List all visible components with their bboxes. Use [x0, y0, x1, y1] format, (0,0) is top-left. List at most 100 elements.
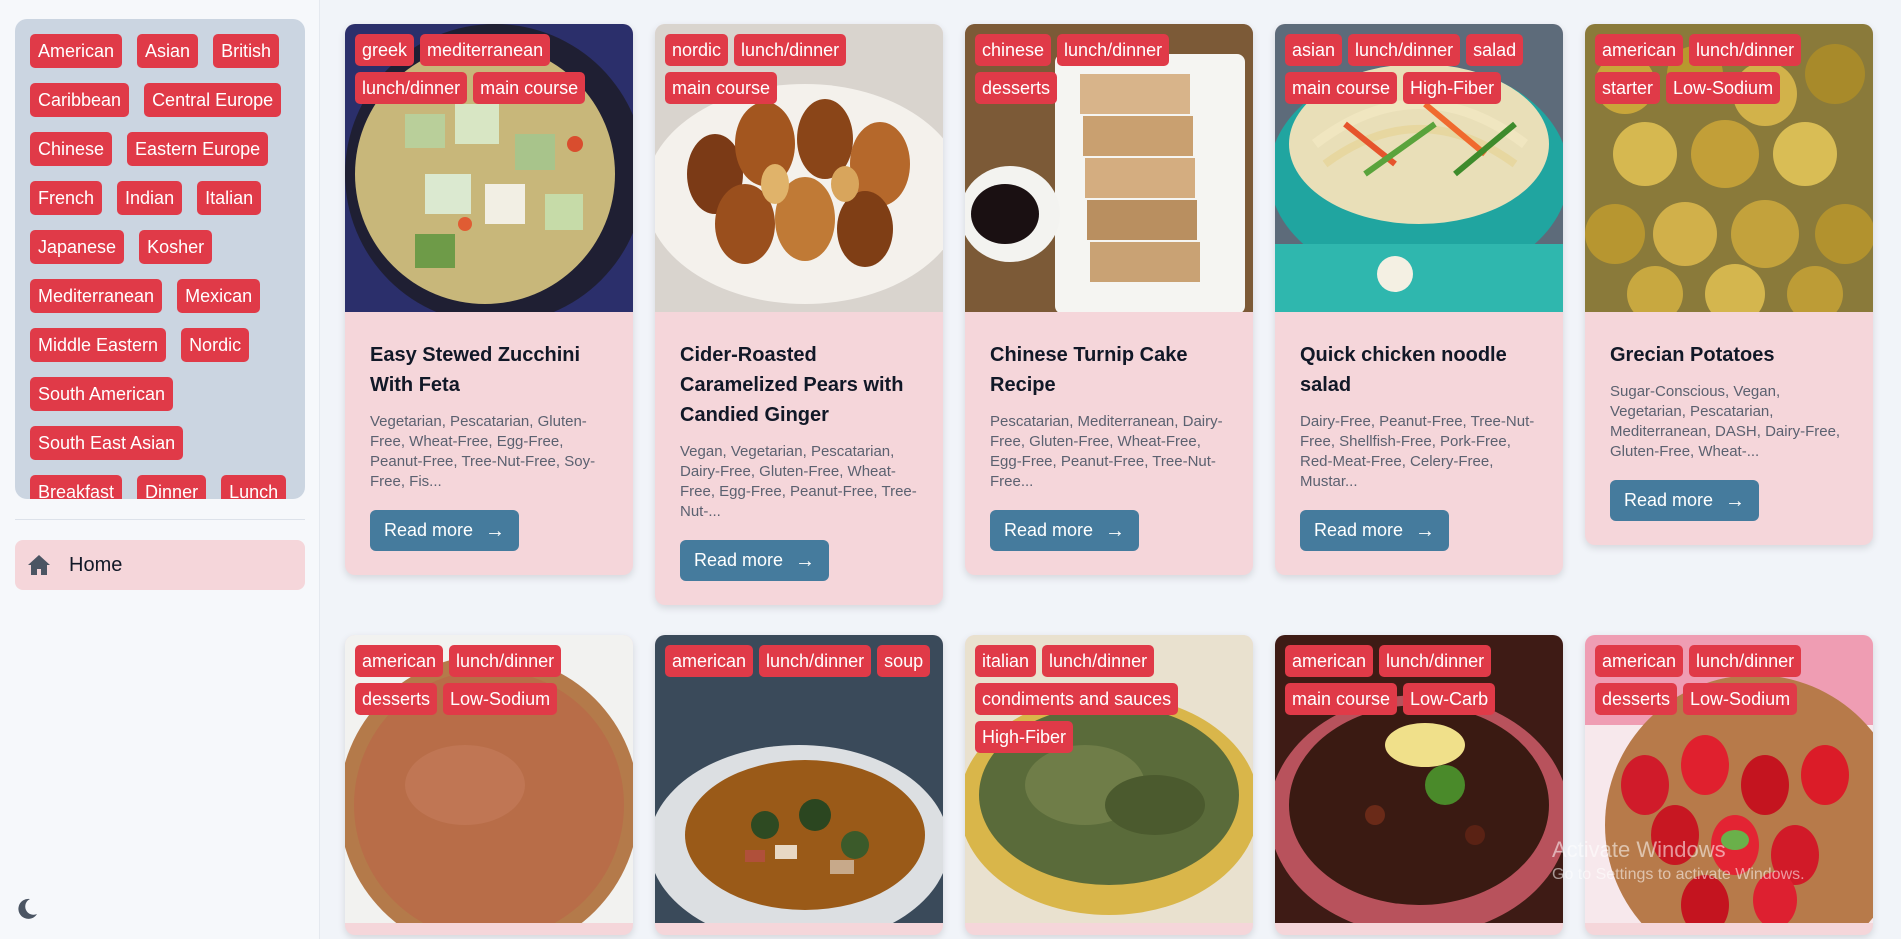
read-more-button[interactable]: Read more →: [1300, 510, 1450, 551]
recipe-card[interactable]: american lunch/dinner soup: [655, 635, 943, 935]
read-more-button[interactable]: Read more →: [990, 510, 1140, 551]
recipe-tag[interactable]: american: [1595, 34, 1684, 66]
recipe-tag[interactable]: lunch/dinner: [1689, 34, 1802, 66]
recipe-card[interactable]: greek mediterranean lunch/dinner main cours…: [345, 24, 633, 575]
recipe-tag[interactable]: chinese: [975, 34, 1052, 66]
cuisine-chip[interactable]: Breakfast: [30, 475, 123, 499]
cuisine-chip[interactable]: Caribbean: [30, 83, 130, 117]
recipe-tag[interactable]: lunch/dinner: [355, 72, 468, 104]
cuisine-chip[interactable]: French: [30, 181, 103, 215]
read-more-button[interactable]: Read more →: [370, 510, 520, 551]
recipe-tag[interactable]: main course: [665, 72, 778, 104]
recipe-card[interactable]: chinese lunch/dinner desserts Chinese Turni…: [965, 24, 1253, 575]
arrow-right-icon: →: [795, 549, 816, 572]
cuisine-chip[interactable]: Kosher: [139, 230, 213, 264]
recipe-tag[interactable]: lunch/dinner: [1057, 34, 1170, 66]
cuisine-chip[interactable]: Central Europe: [144, 83, 282, 117]
recipe-title[interactable]: Cider-Roasted Caramelized Pears with Can…: [680, 340, 918, 430]
recipe-tag[interactable]: lunch/dinner: [1348, 34, 1461, 66]
recipe-card[interactable]: american lunch/dinner starter Low-Sodium Gre…: [1585, 24, 1873, 545]
recipe-tag[interactable]: Low-Sodium: [1683, 683, 1798, 715]
recipe-tag[interactable]: Low-Sodium: [443, 683, 558, 715]
recipe-tag[interactable]: mediterranean: [420, 34, 551, 66]
cuisine-chip[interactable]: Italian: [197, 181, 262, 215]
recipe-tag[interactable]: american: [665, 645, 754, 677]
sidebar-item-home[interactable]: Home: [15, 540, 305, 590]
recipe-image[interactable]: american lunch/dinner soup: [655, 635, 943, 923]
recipe-image[interactable]: greek mediterranean lunch/dinner main cours…: [345, 24, 633, 312]
recipe-tags: greek mediterranean lunch/dinner main cours…: [355, 34, 627, 110]
recipe-tag[interactable]: Low-Carb: [1403, 683, 1496, 715]
cuisine-chip[interactable]: Nordic: [181, 328, 250, 362]
read-more-button[interactable]: Read more →: [680, 540, 830, 581]
recipe-tag[interactable]: High-Fiber: [1403, 72, 1502, 104]
recipe-tag[interactable]: desserts: [975, 72, 1058, 104]
recipe-tag[interactable]: starter: [1595, 72, 1661, 104]
recipe-image[interactable]: nordic lunch/dinner main course: [655, 24, 943, 312]
recipe-tag[interactable]: italian: [975, 645, 1037, 677]
recipe-tag[interactable]: american: [355, 645, 444, 677]
recipe-title[interactable]: Grecian Potatoes: [1610, 340, 1848, 370]
recipe-image[interactable]: american lunch/dinner desserts Low-Sodium: [345, 635, 633, 923]
cuisine-chip[interactable]: Asian: [137, 34, 199, 68]
recipe-tag[interactable]: asian: [1285, 34, 1343, 66]
recipe-tag[interactable]: salad: [1466, 34, 1524, 66]
recipe-title[interactable]: Chinese Turnip Cake Recipe: [990, 340, 1228, 400]
cuisine-chip[interactable]: South East Asian: [30, 426, 184, 460]
cuisine-filter-panel[interactable]: American Asian British Caribbean Central Eur…: [15, 19, 305, 499]
recipe-tag[interactable]: condiments and sauces: [975, 683, 1179, 715]
recipe-tag[interactable]: High-Fiber: [975, 721, 1074, 753]
recipe-health-labels: Vegan, Vegetarian, Pescatarian, Dairy-Fr…: [680, 443, 917, 520]
cuisine-chip[interactable]: Mexican: [177, 279, 261, 313]
read-more-label: Read more: [1624, 490, 1714, 510]
cuisine-chip[interactable]: Japanese: [30, 230, 125, 264]
recipe-tag[interactable]: lunch/dinner: [1689, 645, 1802, 677]
recipe-image[interactable]: american lunch/dinner main course Low-Carb: [1275, 635, 1563, 923]
recipe-card[interactable]: american lunch/dinner desserts Low-Sodium: [345, 635, 633, 935]
recipe-image[interactable]: asian lunch/dinner salad main course High-Fi…: [1275, 24, 1563, 312]
recipe-tag[interactable]: lunch/dinner: [1042, 645, 1155, 677]
cuisine-chip[interactable]: Indian: [117, 181, 183, 215]
recipe-tag[interactable]: lunch/dinner: [449, 645, 562, 677]
recipe-image[interactable]: italian lunch/dinner condiments and sauces…: [965, 635, 1253, 923]
recipe-tag[interactable]: main course: [1285, 683, 1398, 715]
recipe-tag[interactable]: soup: [877, 645, 931, 677]
recipe-tag[interactable]: american: [1595, 645, 1684, 677]
cuisine-chip[interactable]: Dinner: [137, 475, 207, 499]
recipe-card[interactable]: nordic lunch/dinner main course Cider-Roast…: [655, 24, 943, 605]
recipe-card[interactable]: italian lunch/dinner condiments and sauces…: [965, 635, 1253, 935]
recipe-tag[interactable]: main course: [473, 72, 586, 104]
recipe-tag[interactable]: lunch/dinner: [734, 34, 847, 66]
cuisine-chip[interactable]: American: [30, 34, 123, 68]
recipe-card[interactable]: american lunch/dinner desserts Low-Sodium: [1585, 635, 1873, 935]
recipe-tag[interactable]: desserts: [1595, 683, 1678, 715]
recipe-tag[interactable]: greek: [355, 34, 415, 66]
read-more-label: Read more: [694, 550, 784, 570]
recipe-tag[interactable]: american: [1285, 645, 1374, 677]
sidebar-divider: [15, 519, 305, 520]
recipe-image[interactable]: chinese lunch/dinner desserts: [965, 24, 1253, 312]
recipe-image[interactable]: american lunch/dinner starter Low-Sodium: [1585, 24, 1873, 312]
recipe-card[interactable]: asian lunch/dinner salad main course High-Fi…: [1275, 24, 1563, 575]
cuisine-chip[interactable]: Middle Eastern: [30, 328, 167, 362]
cuisine-chip[interactable]: Mediterranean: [30, 279, 163, 313]
recipe-card[interactable]: american lunch/dinner main course Low-Carb: [1275, 635, 1563, 935]
cuisine-chip[interactable]: Lunch: [221, 475, 287, 499]
recipe-tag[interactable]: nordic: [665, 34, 729, 66]
read-more-button[interactable]: Read more →: [1610, 480, 1760, 521]
cuisine-chip[interactable]: British: [213, 34, 280, 68]
recipe-title[interactable]: Quick chicken noodle salad: [1300, 340, 1538, 400]
arrow-right-icon: →: [1725, 489, 1746, 512]
recipe-tag[interactable]: main course: [1285, 72, 1398, 104]
recipe-title[interactable]: Easy Stewed Zucchini With Feta: [370, 340, 608, 400]
dark-mode-moon-icon[interactable]: [14, 896, 40, 922]
recipe-tag[interactable]: desserts: [355, 683, 438, 715]
cuisine-chip[interactable]: Eastern Europe: [127, 132, 269, 166]
recipe-tags: american lunch/dinner desserts Low-Sodium: [1595, 645, 1867, 721]
cuisine-chip[interactable]: South American: [30, 377, 174, 411]
recipe-tag[interactable]: lunch/dinner: [759, 645, 872, 677]
cuisine-chip[interactable]: Chinese: [30, 132, 113, 166]
recipe-tag[interactable]: lunch/dinner: [1379, 645, 1492, 677]
recipe-tag[interactable]: Low-Sodium: [1666, 72, 1781, 104]
recipe-health-labels: Vegetarian, Pescatarian, Gluten-Free, Wh…: [370, 413, 596, 490]
